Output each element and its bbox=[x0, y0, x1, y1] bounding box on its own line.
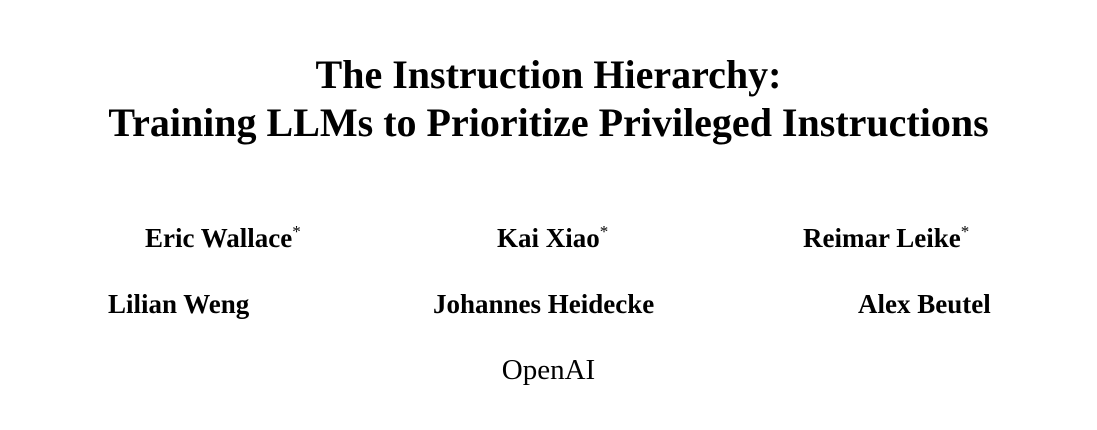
author-name: Johannes Heidecke bbox=[433, 289, 655, 319]
author-reimar-leike: Reimar Leike* bbox=[803, 222, 969, 254]
equal-contribution-mark: * bbox=[292, 222, 301, 241]
paper-title-line-2: Training LLMs to Prioritize Privileged I… bbox=[108, 100, 989, 145]
author-lilian-weng: Lilian Weng bbox=[108, 288, 249, 320]
equal-contribution-mark: * bbox=[960, 222, 970, 241]
author-kai-xiao: Kai Xiao* bbox=[497, 222, 608, 254]
paper-title-block: The Instruction Hierarchy: Training LLMs… bbox=[0, 0, 1097, 430]
author-name: Lilian Weng bbox=[108, 289, 250, 319]
paper-title-line-1: The Instruction Hierarchy: bbox=[315, 52, 782, 97]
author-johannes-heidecke: Johannes Heidecke bbox=[433, 288, 654, 320]
author-name: Eric Wallace bbox=[145, 223, 293, 253]
affiliation: OpenAI bbox=[501, 354, 596, 386]
author-eric-wallace: Eric Wallace* bbox=[145, 222, 301, 254]
equal-contribution-mark: * bbox=[599, 222, 609, 241]
author-name: Kai Xiao bbox=[497, 223, 600, 253]
author-name: Reimar Leike bbox=[803, 223, 961, 253]
author-alex-beutel: Alex Beutel bbox=[858, 288, 991, 320]
author-name: Alex Beutel bbox=[858, 289, 991, 319]
